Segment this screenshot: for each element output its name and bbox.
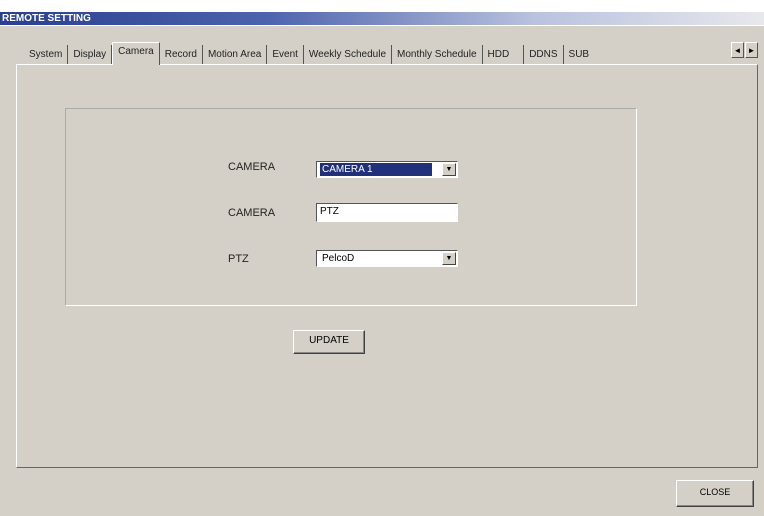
camera-select-value: CAMERA 1 bbox=[320, 163, 432, 176]
tab-sub[interactable]: SUB bbox=[564, 45, 595, 64]
chevron-down-icon[interactable]: ▼ bbox=[442, 163, 456, 176]
tab-system[interactable]: System bbox=[24, 45, 69, 64]
camera-settings-group: CAMERA CAMERA 1 ▼ CAMERA PTZ PTZ PelcoD … bbox=[65, 108, 637, 306]
tab-scroll-buttons: ◄ ► bbox=[731, 42, 758, 58]
tab-strip: System Display Camera Record Motion Area… bbox=[24, 42, 595, 65]
camera-name-label: CAMERA bbox=[228, 207, 276, 219]
tab-event[interactable]: Event bbox=[267, 45, 304, 64]
tab-scroll-left-icon[interactable]: ◄ bbox=[731, 42, 744, 58]
chevron-down-icon[interactable]: ▼ bbox=[442, 252, 456, 265]
tab-display[interactable]: Display bbox=[68, 45, 113, 64]
camera-select[interactable]: CAMERA 1 ▼ bbox=[316, 161, 458, 178]
ptz-label: PTZ bbox=[228, 253, 249, 265]
camera-name-field[interactable]: PTZ bbox=[316, 203, 458, 222]
tab-scroll-right-icon[interactable]: ► bbox=[745, 42, 758, 58]
tab-weekly-schedule[interactable]: Weekly Schedule bbox=[304, 45, 393, 64]
title-bar: REMOTE SETTING bbox=[0, 0, 764, 26]
tab-camera[interactable]: Camera bbox=[112, 42, 160, 65]
window-title: REMOTE SETTING bbox=[0, 12, 764, 25]
tab-record[interactable]: Record bbox=[160, 45, 203, 64]
tab-monthly-schedule[interactable]: Monthly Schedule bbox=[392, 45, 483, 64]
camera-tab-panel: CAMERA CAMERA 1 ▼ CAMERA PTZ PTZ PelcoD … bbox=[16, 64, 758, 468]
ptz-protocol-select[interactable]: PelcoD ▼ bbox=[316, 250, 458, 267]
close-button[interactable]: CLOSE bbox=[676, 480, 754, 507]
camera-select-label: CAMERA bbox=[228, 161, 276, 173]
ptz-protocol-value: PelcoD bbox=[322, 253, 355, 264]
tab-hdd[interactable]: HDD bbox=[483, 45, 525, 64]
tab-motion-area[interactable]: Motion Area bbox=[203, 45, 268, 64]
remote-setting-window: System Display Camera Record Motion Area… bbox=[0, 26, 764, 516]
update-button[interactable]: UPDATE bbox=[293, 330, 365, 354]
tab-ddns[interactable]: DDNS bbox=[524, 45, 564, 64]
